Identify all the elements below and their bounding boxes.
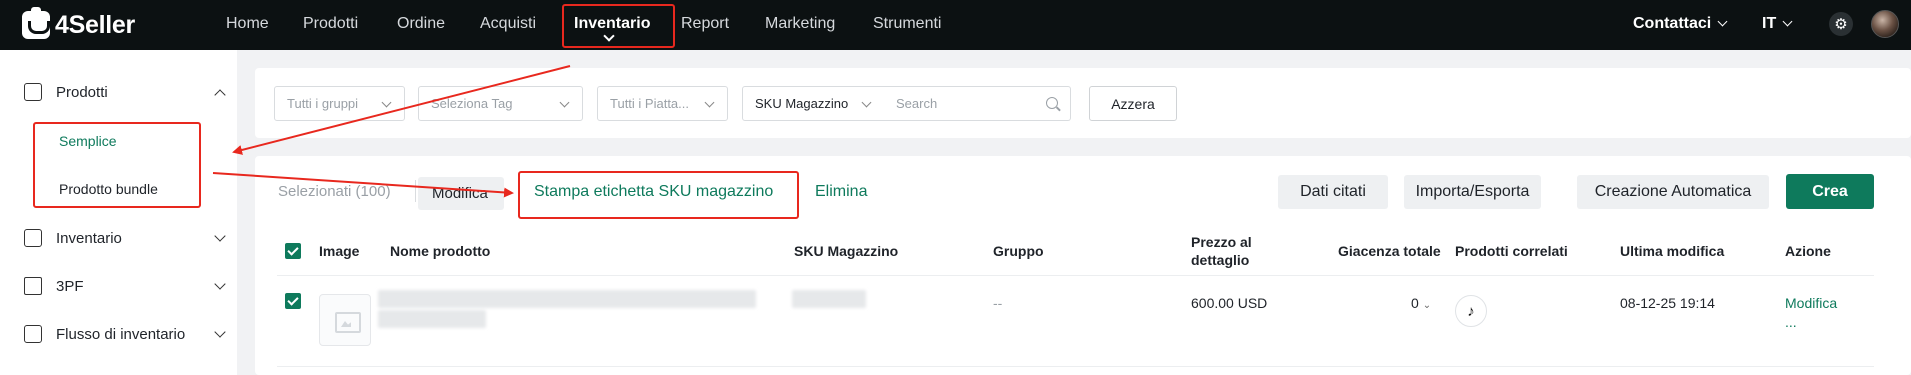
cube-icon (24, 277, 42, 295)
logo-bag-icon (22, 7, 50, 39)
search-input[interactable]: Search (884, 86, 1071, 121)
platform-select[interactable]: Tutti i Piatta... (597, 86, 728, 121)
col-group: Gruppo (993, 243, 1044, 259)
language-menu[interactable]: IT (1762, 14, 1793, 34)
logo-text: 4Seller (55, 10, 135, 39)
logo[interactable]: 4Seller (22, 7, 135, 40)
product-image-placeholder-icon[interactable] (319, 294, 371, 346)
nav-ordine[interactable]: Ordine (397, 14, 445, 34)
search-icon[interactable] (1046, 97, 1058, 109)
col-sku: SKU Magazzino (794, 243, 899, 259)
col-price[interactable]: Prezzo al dettaglio (1191, 233, 1252, 269)
group-select-value: Tutti i gruppi (287, 96, 359, 111)
search-placeholder: Search (896, 96, 938, 111)
col-action: Azione (1785, 243, 1831, 259)
create-button[interactable]: Crea (1786, 174, 1874, 209)
box-icon (24, 83, 42, 101)
contact-label: Contattaci (1633, 15, 1712, 32)
contact-menu[interactable]: Contattaci (1633, 14, 1728, 34)
print-sku-label-button[interactable]: Stampa etichetta SKU magazzino (534, 183, 773, 201)
sidebar-item-label: Flusso di inventario (56, 325, 186, 343)
nav-marketing[interactable]: Marketing (765, 14, 835, 34)
tag-select[interactable]: Seleziona Tag (418, 86, 583, 121)
selected-count: Selezionati (100) (278, 183, 391, 200)
import-export-button[interactable]: Importa/Esporta (1404, 175, 1541, 209)
chevron-down-icon (381, 97, 392, 108)
row-more-link[interactable]: ... (1785, 314, 1797, 330)
sidebar-item-label: Prodotti (56, 83, 108, 101)
sidebar-item-label: Inventario (56, 229, 122, 247)
settings-gear-icon[interactable]: ⚙ (1829, 12, 1853, 36)
col-price-line1: Prezzo al (1191, 234, 1252, 250)
tiktok-icon[interactable]: ♪ (1455, 295, 1487, 327)
col-image: Image (319, 243, 360, 259)
auto-create-button[interactable]: Creazione Automatica (1577, 175, 1769, 209)
flow-icon (24, 325, 42, 343)
tag-select-value: Seleziona Tag (431, 96, 513, 111)
row-group: -- (993, 295, 1003, 311)
sku-field-select-value: SKU Magazzino (755, 96, 849, 111)
row-checkbox[interactable] (285, 293, 301, 309)
select-all-checkbox[interactable] (285, 243, 301, 259)
sidebar-item-inventario[interactable]: Inventario (24, 226, 122, 250)
warehouse-icon (24, 229, 42, 247)
reset-button[interactable]: Azzera (1089, 86, 1177, 121)
nav-acquisti[interactable]: Acquisti (480, 14, 536, 34)
sidebar-item-3pf[interactable]: 3PF (24, 274, 84, 298)
col-price-line2: dettaglio (1191, 252, 1250, 268)
row-stock-value: 0 (1411, 295, 1419, 311)
chevron-down-icon (559, 97, 570, 108)
col-name[interactable]: Nome prodotto (390, 242, 490, 260)
row-updated: 08-12-25 19:14 (1620, 295, 1715, 311)
col-stock[interactable]: Giacenza totale (1338, 242, 1441, 260)
top-navbar: 4Seller Home Prodotti Ordine Acquisti In… (0, 0, 1911, 50)
divider (415, 180, 416, 202)
nav-home[interactable]: Home (226, 14, 269, 34)
chevron-down-icon (1717, 16, 1728, 27)
row-stock[interactable]: 0 ⌄ (1411, 295, 1431, 311)
user-avatar[interactable] (1871, 10, 1899, 38)
sku-field-select[interactable]: SKU Magazzino (742, 86, 885, 121)
platform-select-value: Tutti i Piatta... (610, 96, 689, 111)
chevron-down-icon (1782, 16, 1793, 27)
product-name-redacted (378, 310, 486, 328)
group-select[interactable]: Tutti i gruppi (274, 86, 405, 121)
language-label: IT (1762, 15, 1777, 32)
sku-redacted (792, 290, 866, 308)
chevron-down-icon (861, 97, 872, 108)
row-price: 600.00 USD (1191, 295, 1268, 311)
sidebar-subitem-prodotto-bundle[interactable]: Prodotto bundle (59, 181, 158, 197)
nav-inventario[interactable]: Inventario (574, 14, 650, 34)
nav-prodotti[interactable]: Prodotti (303, 14, 358, 34)
row-modify-link[interactable]: Modifica (1785, 295, 1837, 311)
product-name-redacted[interactable] (378, 290, 756, 308)
nav-report[interactable]: Report (681, 14, 729, 34)
col-related: Prodotti correlati (1455, 243, 1568, 259)
sidebar-subitem-semplice[interactable]: Semplice (59, 133, 117, 149)
sidebar-item-flusso-inventario[interactable]: Flusso di inventario (24, 322, 185, 346)
nav-strumenti[interactable]: Strumenti (873, 14, 941, 34)
sidebar-item-prodotti[interactable]: Prodotti (24, 80, 108, 104)
sidebar-item-label: 3PF (56, 277, 84, 295)
bulk-modify-button[interactable]: Modifica (418, 177, 504, 210)
chevron-down-icon: ⌄ (1422, 300, 1432, 311)
delete-button[interactable]: Elimina (815, 183, 867, 201)
col-updated[interactable]: Ultima modifica (1620, 242, 1724, 260)
row-divider (277, 366, 1874, 367)
chevron-down-icon (704, 97, 715, 108)
quoted-data-button[interactable]: Dati citati (1278, 175, 1388, 209)
